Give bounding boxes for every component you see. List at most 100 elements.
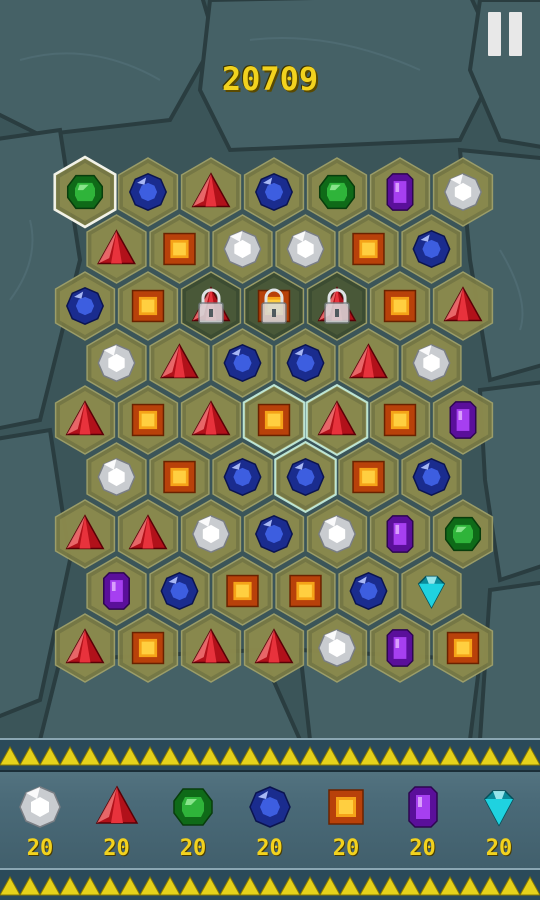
gem-cell-white[interactable] xyxy=(401,328,462,398)
purple-gem-icon xyxy=(386,629,414,667)
gem-cell-blue[interactable] xyxy=(117,157,179,227)
orange-gem-icon xyxy=(226,574,259,608)
gem-cell-red[interactable] xyxy=(180,157,242,227)
gem-cell-orange[interactable] xyxy=(338,214,399,284)
gem-cell-blue[interactable] xyxy=(401,442,462,512)
gem-cell-blue[interactable] xyxy=(243,499,305,569)
gem-cell-orange[interactable] xyxy=(369,271,431,341)
white-gem-icon xyxy=(444,173,482,211)
gem-cell-orange[interactable] xyxy=(432,613,494,683)
locked-gem-cell-red[interactable] xyxy=(306,271,368,341)
blue-gem-icon xyxy=(160,572,199,610)
gem-cell-blue[interactable] xyxy=(401,214,462,284)
locked-gem-cell-orange[interactable] xyxy=(243,271,305,341)
gem-cell-orange[interactable] xyxy=(117,271,179,341)
white-gem-icon xyxy=(412,344,451,382)
gem-cell-orange[interactable] xyxy=(338,442,399,512)
gem-cell-purple[interactable] xyxy=(432,385,494,455)
gem-cell-orange[interactable] xyxy=(149,214,210,284)
gem-cell-red[interactable] xyxy=(180,385,242,455)
gem-cell-red[interactable] xyxy=(54,385,116,455)
gem-cell-green[interactable] xyxy=(306,157,368,227)
blue-gem-icon xyxy=(255,173,293,211)
gem-cell-white[interactable] xyxy=(306,613,368,683)
gem-cell-blue[interactable] xyxy=(212,442,273,512)
gem-cell-blue[interactable] xyxy=(54,271,116,341)
gem-cell-red[interactable] xyxy=(338,328,399,398)
goal-count: 20 xyxy=(332,836,360,861)
blue-gem-icon xyxy=(286,344,325,382)
gem-cell-purple[interactable] xyxy=(369,157,431,227)
blue-gem-icon xyxy=(223,344,262,382)
orange-gem-icon xyxy=(352,460,385,494)
gem-cell-red[interactable] xyxy=(86,214,147,284)
gem-cell-white[interactable] xyxy=(275,214,336,284)
gem-cell-white[interactable] xyxy=(306,499,368,569)
gem-cell-red[interactable] xyxy=(54,613,116,683)
white-gem-icon xyxy=(286,230,325,268)
goal-cyan: 20 xyxy=(461,774,537,866)
gem-cell-red[interactable] xyxy=(243,613,305,683)
purple-gem-icon xyxy=(449,401,477,439)
gem-cell-green[interactable] xyxy=(53,155,117,229)
goal-count: 20 xyxy=(103,836,130,861)
white-gem-icon xyxy=(318,515,356,553)
white-gem-icon xyxy=(19,786,61,828)
gem-cell-blue[interactable] xyxy=(149,556,210,626)
goal-orange: 20 xyxy=(308,774,384,866)
blue-gem-icon xyxy=(412,458,451,496)
goal-count: 20 xyxy=(179,836,207,861)
gem-cell-orange[interactable] xyxy=(242,383,306,457)
blue-gem-icon xyxy=(223,458,262,496)
white-gem-icon xyxy=(192,515,230,553)
goal-purple: 20 xyxy=(385,774,461,866)
red-gem-icon xyxy=(95,785,138,824)
orange-gem-icon xyxy=(257,403,291,437)
locked-gem-cell-red[interactable] xyxy=(180,271,242,341)
gem-cell-orange[interactable] xyxy=(212,556,273,626)
gem-cell-blue[interactable] xyxy=(212,328,273,398)
gem-cell-purple[interactable] xyxy=(369,499,431,569)
gem-cell-white[interactable] xyxy=(180,499,242,569)
gem-cell-blue[interactable] xyxy=(275,328,336,398)
orange-gem-icon xyxy=(383,289,417,323)
gem-cell-blue[interactable] xyxy=(243,157,305,227)
green-gem-icon xyxy=(173,788,213,826)
green-gem-icon xyxy=(318,174,356,210)
gem-cell-blue[interactable] xyxy=(338,556,399,626)
decorative-band-bottom xyxy=(0,868,540,900)
gem-cell-orange[interactable] xyxy=(275,556,336,626)
gem-cell-orange[interactable] xyxy=(117,385,179,455)
orange-gem-icon xyxy=(446,631,480,665)
gem-cell-white[interactable] xyxy=(86,328,147,398)
gem-cell-red[interactable] xyxy=(180,613,242,683)
gem-cell-orange[interactable] xyxy=(149,442,210,512)
blue-gem-icon xyxy=(255,515,293,553)
orange-gem-icon xyxy=(163,460,196,494)
blue-gem-icon xyxy=(248,786,291,828)
white-gem-icon xyxy=(97,344,136,382)
game-screen: 20709 20 20 20 20 20 20 20 xyxy=(0,0,540,900)
gem-cell-red[interactable] xyxy=(149,328,210,398)
gem-cell-green[interactable] xyxy=(432,499,494,569)
gem-cell-purple[interactable] xyxy=(86,556,147,626)
gem-cell-red[interactable] xyxy=(305,383,369,457)
blue-gem-icon xyxy=(66,287,104,325)
orange-gem-icon xyxy=(131,631,165,665)
gem-cell-cyan[interactable] xyxy=(401,556,462,626)
blue-gem-icon xyxy=(286,458,325,496)
gem-cell-white[interactable] xyxy=(432,157,494,227)
gem-cell-blue[interactable] xyxy=(274,440,337,514)
goal-count: 20 xyxy=(409,836,436,861)
gem-cell-red[interactable] xyxy=(432,271,494,341)
gem-cell-white[interactable] xyxy=(212,214,273,284)
gem-cell-red[interactable] xyxy=(117,499,179,569)
gem-cell-purple[interactable] xyxy=(369,613,431,683)
gem-cell-red[interactable] xyxy=(54,499,116,569)
gem-cell-orange[interactable] xyxy=(369,385,431,455)
gem-cell-white[interactable] xyxy=(86,442,147,512)
goal-blue: 20 xyxy=(232,774,308,866)
gem-cell-orange[interactable] xyxy=(117,613,179,683)
orange-gem-icon xyxy=(289,574,322,608)
goal-white: 20 xyxy=(2,774,78,866)
